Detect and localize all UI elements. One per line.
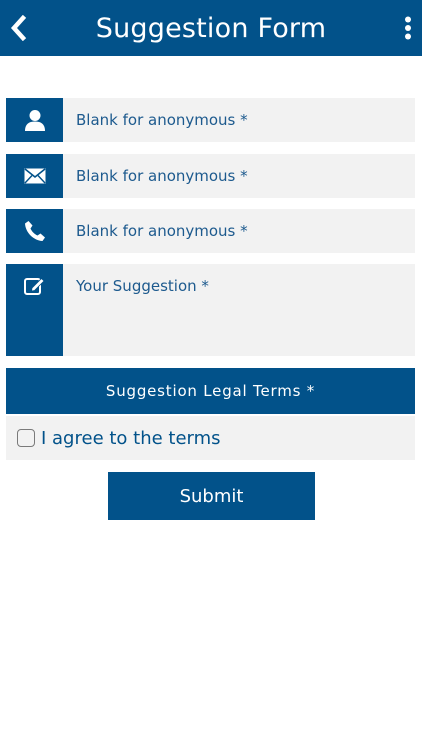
email-field bbox=[6, 154, 415, 198]
email-icon-box bbox=[6, 154, 63, 198]
name-icon-box bbox=[6, 98, 63, 142]
phone-icon bbox=[24, 221, 45, 241]
name-field bbox=[6, 98, 415, 142]
legal-terms-button[interactable]: Suggestion Legal Terms * bbox=[6, 368, 415, 414]
user-icon bbox=[24, 110, 45, 131]
page-title: Suggestion Form bbox=[95, 12, 327, 44]
phone-field bbox=[6, 209, 415, 253]
email-input[interactable] bbox=[63, 154, 415, 198]
back-button[interactable] bbox=[6, 12, 30, 44]
envelope-icon bbox=[23, 168, 46, 184]
terms-agreement-row: I agree to the terms bbox=[6, 416, 415, 460]
submit-button[interactable]: Submit bbox=[108, 472, 315, 520]
edit-icon bbox=[23, 277, 45, 295]
more-vertical-icon bbox=[405, 16, 411, 40]
suggestion-icon-box bbox=[6, 264, 63, 356]
agree-terms-label[interactable]: I agree to the terms bbox=[41, 428, 221, 449]
chevron-left-icon bbox=[10, 15, 27, 41]
overflow-menu-button[interactable] bbox=[402, 14, 414, 42]
app-header: Suggestion Form bbox=[0, 0, 422, 56]
phone-input[interactable] bbox=[63, 209, 415, 253]
phone-icon-box bbox=[6, 209, 63, 253]
agree-terms-checkbox[interactable] bbox=[17, 429, 35, 447]
suggestion-input[interactable] bbox=[63, 264, 415, 356]
suggestion-field bbox=[6, 264, 415, 356]
name-input[interactable] bbox=[63, 98, 415, 142]
